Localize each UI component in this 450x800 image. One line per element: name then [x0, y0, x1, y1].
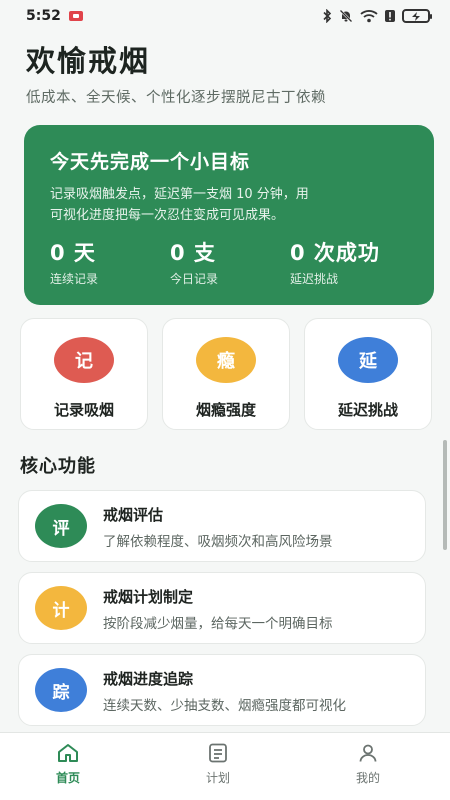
feature-desc: 连续天数、少抽支数、烟瘾强度都可视化 [103, 698, 346, 714]
plan-icon: 计 [35, 586, 87, 630]
record-smoking-button[interactable]: 记 记录吸烟 [20, 318, 148, 430]
stat-delay-success: 0 次成功 延迟挑战 [290, 237, 380, 287]
bottom-navigation: 首页 计划 我的 [0, 732, 450, 800]
stats-row: 0 天 连续记录 0 支 今日记录 0 次成功 延迟挑战 [50, 237, 420, 287]
daily-goal-card: 今天先完成一个小目标 记录吸烟触发点，延迟第一支烟 10 分钟，用 可视化进度把… [24, 125, 434, 305]
stat-value: 0 支 [170, 241, 216, 265]
feature-title: 戒烟评估 [103, 506, 164, 524]
daily-goal-description: 记录吸烟触发点，延迟第一支烟 10 分钟，用 可视化进度把每一次忍住变成可见成果… [50, 184, 410, 226]
nav-label: 我的 [355, 771, 380, 785]
stat-label: 连续记录 [50, 272, 99, 286]
home-icon [57, 743, 79, 763]
quick-actions: 记 记录吸烟 瘾 烟瘾强度 延 延迟挑战 [20, 318, 432, 432]
section-title-core-features: 核心功能 [20, 456, 96, 477]
stat-value: 0 天 [50, 241, 96, 265]
page-title: 欢愉戒烟 [26, 44, 151, 78]
delay-icon: 延 [338, 337, 398, 383]
nav-tab-mine[interactable]: 我的 [328, 743, 408, 786]
assessment-icon: 评 [35, 504, 87, 548]
nav-label: 计划 [205, 771, 230, 785]
nav-tab-plan[interactable]: 计划 [178, 743, 258, 786]
status-bar: 5:52 [0, 0, 450, 32]
nav-tab-home[interactable]: 首页 [28, 743, 108, 786]
feature-plan[interactable]: 计 戒烟计划制定 按阶段减少烟量，给每天一个明确目标 [18, 572, 426, 644]
action-label: 延迟挑战 [337, 401, 398, 419]
craving-intensity-button[interactable]: 瘾 烟瘾强度 [162, 318, 290, 430]
user-icon [358, 743, 378, 763]
stat-streak-days: 0 天 连续记录 [50, 237, 98, 287]
tracking-icon: 踪 [35, 668, 87, 712]
battery-charging-icon [402, 9, 432, 23]
daily-goal-desc-line1: 记录吸烟触发点，延迟第一支烟 10 分钟，用 [50, 187, 309, 202]
page-subtitle: 低成本、全天候、个性化逐步摆脱尼古丁依赖 [26, 90, 326, 106]
stat-today-count: 0 支 今日记录 [170, 237, 218, 287]
stat-label: 延迟挑战 [290, 272, 339, 286]
action-label: 记录吸烟 [53, 401, 114, 419]
feature-title: 戒烟进度追踪 [103, 670, 194, 688]
stat-value: 0 次成功 [290, 241, 380, 265]
stat-label: 今日记录 [170, 272, 219, 286]
feature-desc: 按阶段减少烟量，给每天一个明确目标 [103, 616, 333, 632]
mute-bell-icon [339, 9, 353, 23]
record-icon: 记 [54, 337, 114, 383]
feature-assessment[interactable]: 评 戒烟评估 了解依赖程度、吸烟频次和高风险场景 [18, 490, 426, 562]
feature-desc: 了解依赖程度、吸烟频次和高风险场景 [103, 534, 333, 550]
wifi-icon [360, 9, 378, 23]
nav-label: 首页 [55, 771, 80, 785]
plan-icon [208, 743, 228, 763]
feature-progress-tracking[interactable]: 踪 戒烟进度追踪 连续天数、少抽支数、烟瘾强度都可视化 [18, 654, 426, 726]
app-notification-icon [68, 11, 83, 21]
feature-title: 戒烟计划制定 [103, 588, 194, 606]
scrollbar[interactable] [443, 440, 447, 550]
status-time: 5:52 [26, 8, 61, 24]
alert-icon [385, 9, 395, 23]
craving-icon: 瘾 [196, 337, 256, 383]
delay-challenge-button[interactable]: 延 延迟挑战 [304, 318, 432, 430]
daily-goal-title: 今天先完成一个小目标 [50, 151, 251, 173]
bluetooth-icon [322, 9, 332, 23]
daily-goal-desc-line2: 可视化进度把每一次忍住变成可见成果。 [50, 208, 285, 223]
action-label: 烟瘾强度 [195, 401, 256, 419]
